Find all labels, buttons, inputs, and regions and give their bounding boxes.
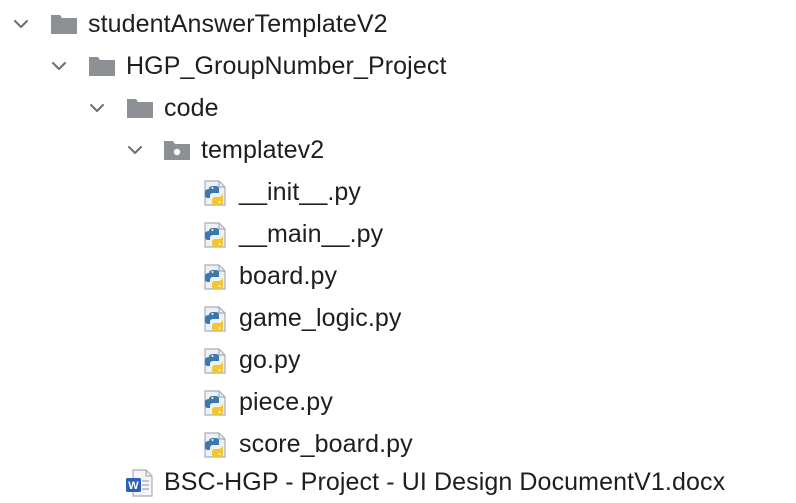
tree-node-code[interactable]: code [0, 87, 796, 129]
file-label: BSC-HGP - Project - UI Design DocumentV1… [164, 468, 726, 496]
file-label: __main__.py [239, 220, 384, 248]
package-folder-icon [163, 138, 191, 162]
tree-node-root[interactable]: studentAnswerTemplateV2 [0, 3, 796, 45]
tree-node-project[interactable]: HGP_GroupNumber_Project [0, 45, 796, 87]
python-file-icon [202, 347, 230, 375]
file-label: __init__.py [239, 178, 362, 206]
python-file-icon [202, 305, 230, 333]
folder-icon [88, 54, 116, 78]
word-document-icon: W [125, 468, 153, 498]
tree-file-document[interactable]: W BSC-HGP - Project - UI Design Document… [0, 461, 796, 503]
file-label: go.py [239, 346, 301, 374]
chevron-down-icon[interactable] [12, 15, 30, 33]
file-label: board.py [239, 262, 338, 290]
python-file-icon [202, 431, 230, 459]
file-label: piece.py [239, 388, 333, 416]
tree-file-game-logic[interactable]: game_logic.py [0, 297, 796, 339]
tree-file-board[interactable]: board.py [0, 255, 796, 297]
folder-icon [50, 12, 78, 36]
tree-node-label: studentAnswerTemplateV2 [88, 10, 388, 38]
tree-file-score-board[interactable]: score_board.py [0, 423, 796, 465]
file-label: score_board.py [239, 430, 413, 458]
tree-node-label: code [164, 94, 219, 122]
chevron-down-icon[interactable] [88, 99, 106, 117]
tree-file-main[interactable]: __main__.py [0, 213, 796, 255]
python-file-icon [202, 179, 230, 207]
chevron-down-icon[interactable] [50, 57, 68, 75]
python-file-icon [202, 263, 230, 291]
tree-file-go[interactable]: go.py [0, 339, 796, 381]
tree-node-label: HGP_GroupNumber_Project [126, 52, 447, 80]
chevron-down-icon[interactable] [126, 141, 144, 159]
svg-text:W: W [128, 480, 139, 492]
project-tree: studentAnswerTemplateV2 HGP_GroupNumber_… [0, 0, 796, 501]
tree-node-package[interactable]: templatev2 [0, 129, 796, 171]
folder-icon [126, 96, 154, 120]
tree-node-label: templatev2 [201, 136, 325, 164]
file-label: game_logic.py [239, 304, 402, 332]
python-file-icon [202, 389, 230, 417]
tree-file-init[interactable]: __init__.py [0, 171, 796, 213]
tree-file-piece[interactable]: piece.py [0, 381, 796, 423]
python-file-icon [202, 221, 230, 249]
